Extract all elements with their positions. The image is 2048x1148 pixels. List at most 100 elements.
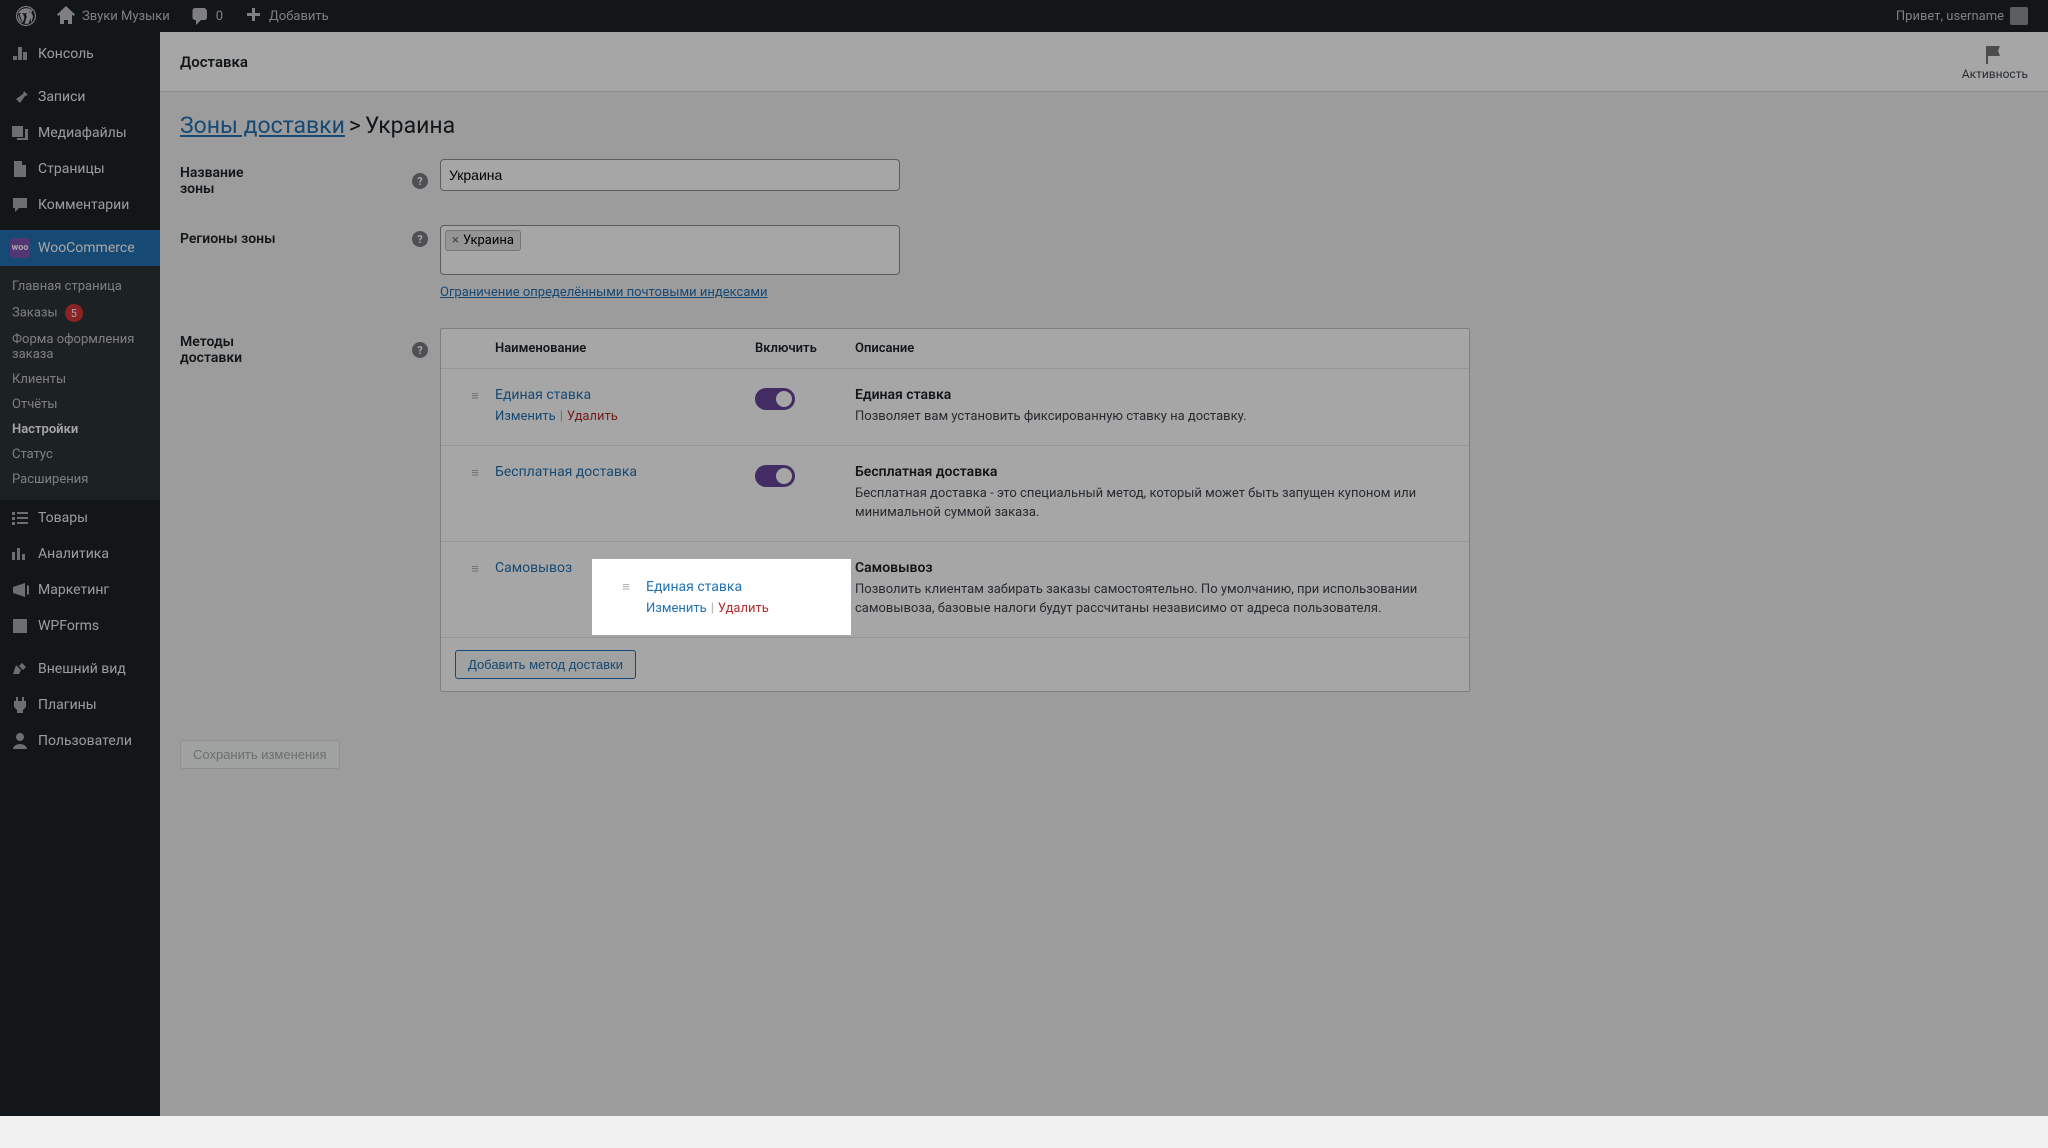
comments-icon [10,195,30,215]
sidebar-item-posts[interactable]: Записи [0,79,160,115]
sidebar-item-wpforms[interactable]: WPForms [0,608,160,644]
users-icon [10,731,30,751]
sidebar-label-woocommerce: WooCommerce [38,240,135,256]
method-name-link[interactable]: Единая ставка [495,387,591,403]
zone-name-input[interactable] [440,159,900,191]
submenu-status[interactable]: Статус [0,442,160,467]
sidebar-label-products: Товары [38,510,88,526]
zone-regions-label: Регионы зоны [180,231,276,247]
submenu-status-label: Статус [12,447,53,462]
save-button[interactable]: Сохранить изменения [180,740,340,769]
site-name-link[interactable]: Звуки Музыки [48,0,178,32]
sidebar-item-marketing[interactable]: Маркетинг [0,572,160,608]
shipping-methods-label: Методы доставки [180,334,280,366]
drag-handle-icon[interactable]: ≡ [471,465,479,481]
submenu-extensions[interactable]: Расширения [0,467,160,492]
desc-text: Позволяет вам установить фиксированную с… [855,407,1435,427]
col-name-header: Наименование [495,341,755,356]
submenu-home[interactable]: Главная страница [0,274,160,299]
table-row: ≡ Единая ставка Изменить|Удалить Единая … [441,369,1469,446]
wordpress-icon [16,6,36,26]
header-bar: Доставка Активность [160,32,2048,92]
submenu-orders-label: Заказы [12,306,58,321]
breadcrumb-current: Украина [365,112,455,139]
plus-icon [243,6,263,26]
comments-link[interactable]: 0 [182,0,231,32]
table-row: ≡ Бесплатная доставка Бесплатная доставк… [441,446,1469,542]
activity-button[interactable]: Активность [1962,43,2028,81]
sidebar-item-media[interactable]: Медиафайлы [0,115,160,151]
method-name-link[interactable]: Самовывоз [495,560,572,576]
marketing-icon [10,580,30,600]
enable-toggle[interactable] [755,465,795,487]
edit-link[interactable]: Изменить [646,601,707,616]
add-new-link[interactable]: Добавить [235,0,337,32]
orders-badge: 5 [65,304,83,322]
appearance-icon [10,659,30,679]
avatar-icon [2010,7,2028,25]
my-account-link[interactable]: Привет, username [1888,0,2036,32]
home-icon [56,6,76,26]
method-name-link[interactable]: Бесплатная доставка [495,464,637,480]
sidebar-label-analytics: Аналитика [38,546,109,562]
drag-handle-icon[interactable]: ≡ [471,561,479,577]
drag-handle-icon[interactable]: ≡ [471,388,479,404]
sidebar-item-dashboard[interactable]: Консоль [0,36,160,72]
submenu-checkout-form[interactable]: Форма оформления заказа [0,327,160,367]
sidebar-label-marketing: Маркетинг [38,582,109,598]
submenu-settings-label: Настройки [12,422,78,437]
help-icon[interactable]: ? [412,231,428,247]
sidebar-item-pages[interactable]: Страницы [0,151,160,187]
enable-toggle[interactable] [755,388,795,410]
postcode-limit-link[interactable]: Ограничение определёнными почтовыми инде… [440,285,768,300]
desc-title: Единая ставка [855,387,1435,403]
sidebar-item-appearance[interactable]: Внешний вид [0,651,160,687]
sidebar-label-pages: Страницы [38,161,105,177]
sidebar-item-products[interactable]: Товары [0,500,160,536]
page-title: Доставка [180,53,248,71]
submenu-settings[interactable]: Настройки [0,417,160,442]
drag-handle-icon[interactable]: ≡ [622,579,630,595]
breadcrumb-separator: > [349,112,361,139]
col-enable-header: Включить [755,341,855,356]
sidebar-item-comments[interactable]: Комментарии [0,187,160,223]
sidebar: Консоль Записи Медиафайлы Страницы Комме… [0,32,160,1116]
comments-count: 0 [216,9,223,24]
chip-remove-icon[interactable]: × [452,233,459,248]
wpforms-icon [10,616,30,636]
region-chip-label: Украина [463,233,514,248]
delete-link[interactable]: Удалить [567,409,618,424]
submenu-extensions-label: Расширения [12,472,88,487]
flag-icon [1983,43,2007,67]
spotlight-highlight: ≡ Единая ставка Изменить|Удалить [592,559,851,635]
help-icon[interactable]: ? [412,342,428,358]
wp-logo[interactable] [8,0,44,32]
submenu-reports[interactable]: Отчёты [0,392,160,417]
sidebar-label-users: Пользователи [38,733,132,749]
delete-link[interactable]: Удалить [718,601,769,616]
submenu-customers-label: Клиенты [12,372,66,387]
media-icon [10,123,30,143]
edit-link[interactable]: Изменить [495,409,556,424]
submenu-orders[interactable]: Заказы 5 [0,299,160,327]
sidebar-item-analytics[interactable]: Аналитика [0,536,160,572]
submenu-checkout-label: Форма оформления заказа [12,332,134,362]
help-icon[interactable]: ? [412,173,428,189]
table-header: Наименование Включить Описание [441,329,1469,369]
sidebar-label-media: Медиафайлы [38,125,127,141]
sidebar-item-plugins[interactable]: Плагины [0,687,160,723]
submenu-customers[interactable]: Клиенты [0,367,160,392]
sidebar-item-users[interactable]: Пользователи [0,723,160,759]
col-desc-header: Описание [855,341,1455,356]
shipping-methods-table: Наименование Включить Описание ≡ Единая … [440,328,1470,692]
submenu-reports-label: Отчёты [12,397,57,412]
breadcrumb-zones-link[interactable]: Зоны доставки [180,112,345,139]
comment-icon [190,6,210,26]
products-icon [10,508,30,528]
sidebar-item-woocommerce[interactable]: woo WooCommerce [0,230,160,266]
zone-regions-input[interactable]: × Украина [440,225,900,275]
add-method-button[interactable]: Добавить метод доставки [455,650,636,679]
method-name-link[interactable]: Единая ставка [646,579,742,595]
main-content: Доставка Активность Зоны доставки>Украин… [160,32,2048,1116]
region-chip: × Украина [445,230,521,251]
